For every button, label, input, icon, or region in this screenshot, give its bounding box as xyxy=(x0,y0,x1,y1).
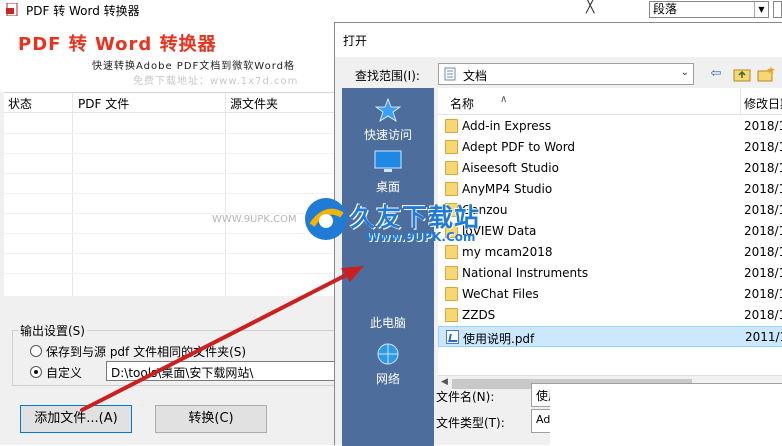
dialog-title-bar: 打开 xyxy=(335,23,782,57)
radio-custom[interactable] xyxy=(30,366,42,378)
network-icon xyxy=(377,343,399,365)
banner-title: PDF 转 Word 转换器 xyxy=(18,34,217,55)
file-name: my mcam2018 xyxy=(462,245,553,259)
look-in-value: 文档 xyxy=(463,69,488,83)
file-date: 2018/1 xyxy=(744,308,782,322)
pdf-file-icon xyxy=(446,330,459,344)
file-date: 2011/1 xyxy=(745,330,782,344)
file-name: WeChat Files xyxy=(462,287,539,301)
file-row[interactable]: Aiseesoft Studio 2018/1 xyxy=(438,158,782,179)
place-desktop[interactable]: 桌面 xyxy=(342,150,434,195)
place-label: 桌面 xyxy=(375,180,400,194)
column-name[interactable]: 名称 xyxy=(450,95,474,112)
place-label: 此电脑 xyxy=(369,316,406,330)
style-select-value: 段落 xyxy=(653,2,678,16)
file-name: Aiseesoft Studio xyxy=(462,161,559,175)
chevron-down-icon[interactable]: ▼ xyxy=(754,2,768,17)
app-icon xyxy=(6,3,18,16)
watermark-url: Www.9UPK.Com xyxy=(366,230,476,244)
file-name-label: 文件名(N): xyxy=(436,390,495,404)
folder-icon xyxy=(445,245,458,259)
output-settings-legend: 输出设置(S) xyxy=(18,322,87,339)
radio-same-folder-label[interactable]: 保存到与源 pdf 文件相同的文件夹(S) xyxy=(46,343,246,360)
place-label: 网络 xyxy=(375,372,400,386)
convert-button[interactable]: 转换(C) xyxy=(155,405,267,433)
scroll-left-icon[interactable]: ◀ xyxy=(441,377,448,387)
place-label: 快速访问 xyxy=(363,128,412,142)
app-banner: PDF 转 Word 转换器 快速转换Adobe PDF文档到微软Word格 免… xyxy=(0,20,343,92)
watermark-logo xyxy=(305,198,347,240)
star-icon xyxy=(375,98,401,122)
file-row[interactable]: Add-in Express 2018/1 xyxy=(438,116,782,137)
radio-custom-label[interactable]: 自定义 xyxy=(46,364,82,381)
back-icon[interactable]: ⇦ xyxy=(707,65,725,83)
background-field[interactable] xyxy=(773,1,782,18)
dialog-file-list[interactable]: 名称 ∧ 修改日期 Add-in Express2018/1Adept PDF … xyxy=(438,88,782,375)
window-title: PDF 转 Word 转换器 xyxy=(26,4,140,18)
folder-icon xyxy=(445,266,458,280)
watermark-title: 久友下载站 xyxy=(350,203,481,232)
output-path-field[interactable]: D:\tools\桌面\安下载网站\ xyxy=(106,361,343,381)
file-name: National Instruments xyxy=(462,266,589,280)
places-bar: 快速访问 桌面 此电脑 网络 xyxy=(342,88,434,446)
column-status[interactable]: 状态 xyxy=(8,95,32,112)
file-date: 2018/1 xyxy=(744,203,782,217)
column-pdf-file[interactable]: PDF 文件 xyxy=(78,95,129,112)
file-name: AnyMP4 Studio xyxy=(462,182,553,196)
column-modified[interactable]: 修改日期 xyxy=(744,95,782,112)
banner-watermark: 免费下载地址：www.1x7d.com xyxy=(133,76,299,87)
file-date: 2018/1 xyxy=(744,119,782,133)
up-folder-icon[interactable] xyxy=(733,65,751,83)
blank-region xyxy=(550,385,782,445)
dialog-title: 打开 xyxy=(343,34,368,48)
folder-icon xyxy=(445,161,458,175)
look-in-combo[interactable]: 文档 ⌄ xyxy=(438,63,694,85)
folder-icon xyxy=(445,308,458,322)
file-date: 2018/1 xyxy=(744,287,782,301)
file-type-label: 文件类型(T): xyxy=(436,416,505,430)
file-name: Add-in Express xyxy=(462,119,552,133)
column-source-folder[interactable]: 源文件夹 xyxy=(230,95,278,112)
place-quick-access[interactable]: 快速访问 xyxy=(342,98,434,143)
file-row[interactable]: 使用说明.pdf 2011/1 xyxy=(438,326,782,347)
file-date: 2018/1 xyxy=(744,161,782,175)
radio-same-folder[interactable] xyxy=(30,345,42,357)
documents-icon xyxy=(444,67,456,81)
file-row[interactable]: loVIEW Data 2018/1 xyxy=(438,221,782,242)
file-list[interactable]: 状态 PDF 文件 源文件夹 xyxy=(4,92,343,297)
file-row[interactable]: AnyMP4 Studio 2018/1 xyxy=(438,179,782,200)
file-date: 2018/1 xyxy=(744,182,782,196)
place-this-pc[interactable]: 此电脑 xyxy=(342,314,434,331)
sort-ascending-icon: ∧ xyxy=(500,94,508,105)
dialog-file-list-header: 名称 ∧ 修改日期 xyxy=(438,88,782,115)
file-list-header: 状态 PDF 文件 源文件夹 xyxy=(4,93,343,113)
file-date: 2018/1 xyxy=(744,266,782,280)
file-row[interactable]: WeChat Files 2018/1 xyxy=(438,284,782,305)
file-date: 2018/1 xyxy=(744,245,782,259)
file-date: 2018/1 xyxy=(744,224,782,238)
file-row[interactable]: National Instruments 2018/1 xyxy=(438,263,782,284)
place-network[interactable]: 网络 xyxy=(342,342,434,387)
file-row[interactable]: ZZDS 2018/1 xyxy=(438,305,782,326)
file-row[interactable]: Ganzou 2018/1 xyxy=(438,200,782,221)
file-name: ZZDS xyxy=(462,308,496,322)
folder-icon xyxy=(445,140,458,154)
new-folder-icon[interactable] xyxy=(757,65,775,83)
style-select[interactable]: 段落 ▼ xyxy=(649,1,769,18)
file-row[interactable]: my mcam2018 2018/1 xyxy=(438,242,782,263)
file-row[interactable]: Adept PDF to Word 2018/1 xyxy=(438,137,782,158)
banner-subtitle: 快速转换Adobe PDF文档到微软Word格 xyxy=(92,61,295,72)
add-files-button[interactable]: 添加文件...(A) xyxy=(20,405,132,433)
desktop-icon xyxy=(374,150,402,172)
chevron-down-icon[interactable]: ⌄ xyxy=(681,67,689,78)
folder-icon xyxy=(445,119,458,133)
file-name: 使用说明.pdf xyxy=(463,332,535,346)
folder-icon xyxy=(445,287,458,301)
title-bar: PDF 转 Word 转换器 xyxy=(0,0,343,20)
look-in-label: 查找范围(I): xyxy=(355,69,420,83)
file-name: Adept PDF to Word xyxy=(462,140,576,154)
watermark-left-text: WWW.9UPK.COM xyxy=(212,214,297,225)
file-date: 2018/1 xyxy=(744,140,782,154)
folder-icon xyxy=(445,182,458,196)
